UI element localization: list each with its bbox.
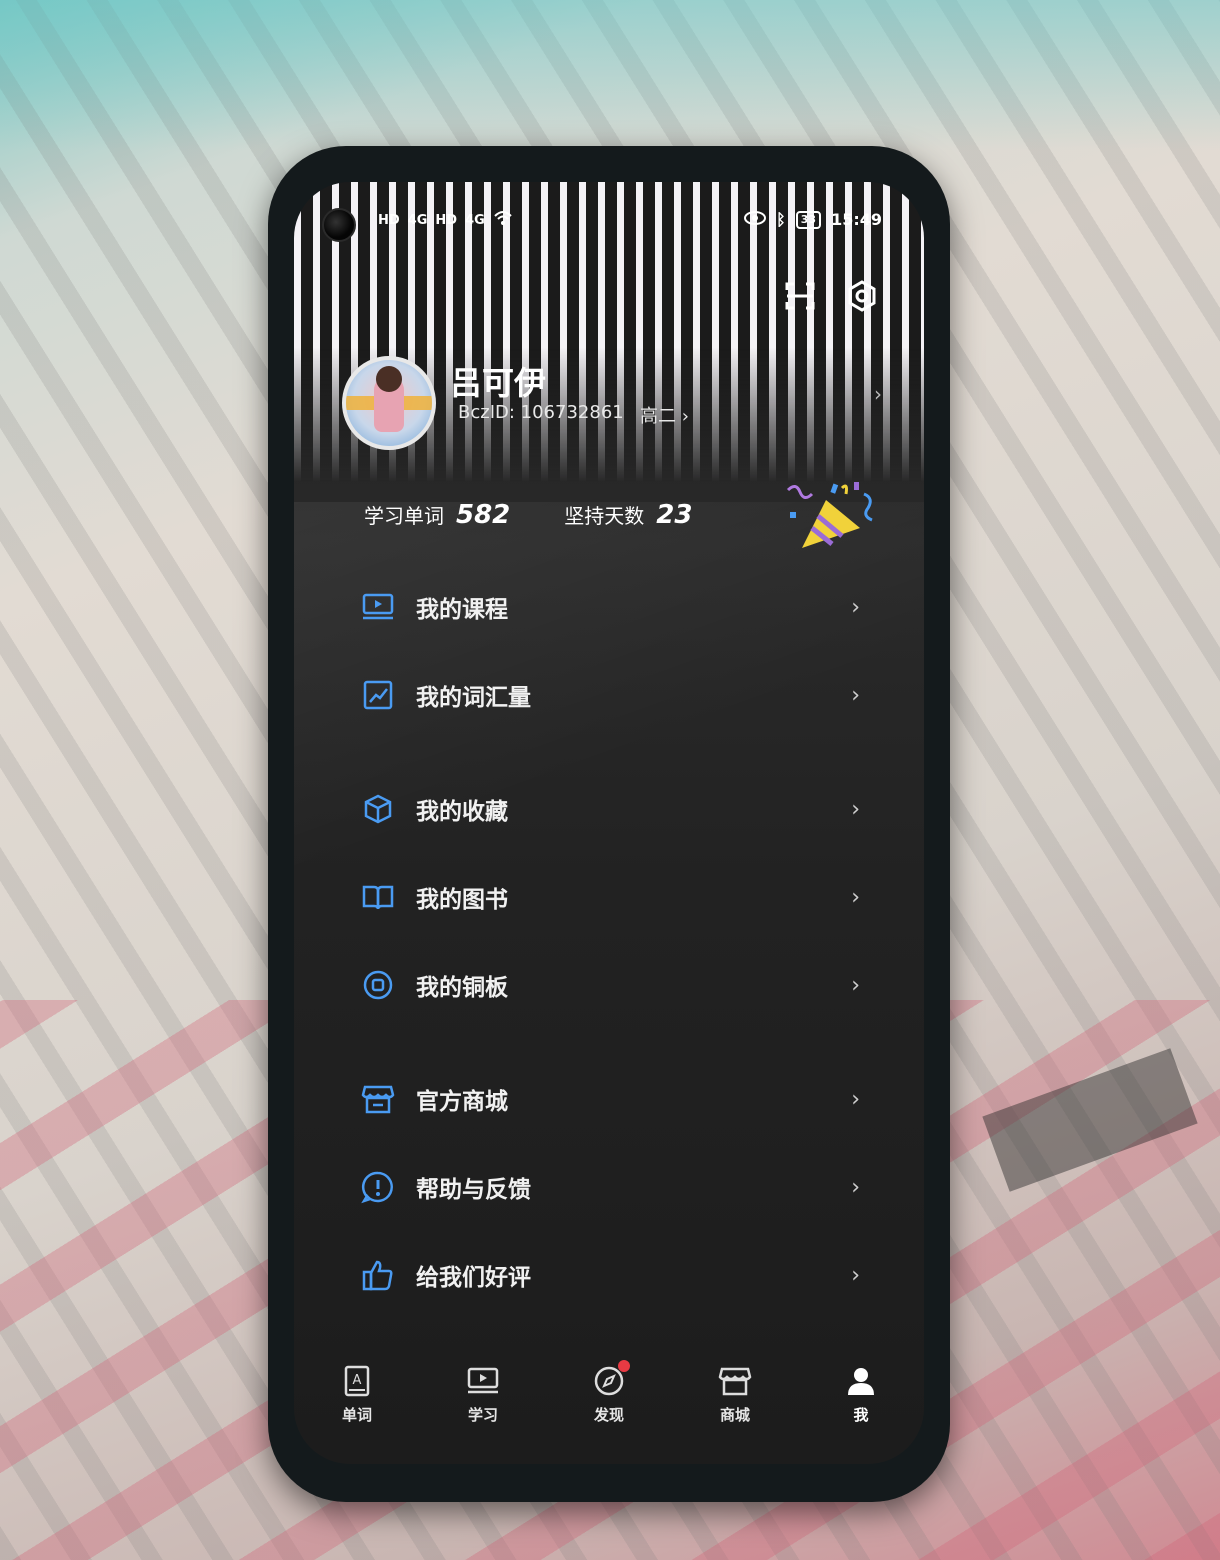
chevron-right-icon: › (851, 884, 860, 910)
tab-words[interactable]: A 单词 (312, 1364, 402, 1464)
tab-label: 单词 (341, 1406, 372, 1424)
phone-screen: HD 4G HD 4G ᛒ 33 15:49 吕可伊 BczID: 106732… (294, 182, 924, 1464)
trend-chart-icon (360, 677, 396, 713)
store-icon (718, 1364, 752, 1398)
streak-days-label: 坚持天数 (564, 504, 645, 528)
menu-label: 我的课程 (416, 597, 508, 623)
chevron-right-icon: › (851, 1262, 860, 1288)
user-grade[interactable]: 高二 › (640, 402, 689, 428)
menu-official-store[interactable]: 官方商城 › (360, 1074, 860, 1124)
menu-label: 我的图书 (416, 887, 508, 913)
words-learned-value: 582 (456, 500, 511, 530)
front-camera (322, 208, 356, 242)
status-hd: HD (378, 212, 400, 228)
menu-my-courses[interactable]: 我的课程 › (360, 582, 860, 632)
cube-icon (360, 791, 396, 827)
menu-rate-us[interactable]: 给我们好评 › (360, 1250, 860, 1300)
tab-label: 发现 (593, 1406, 624, 1424)
tab-label: 商城 (719, 1406, 750, 1424)
bottom-tab-bar: A 单词 学习 发现 商城 我 (294, 1360, 924, 1464)
menu-my-vocabulary[interactable]: 我的词汇量 › (360, 670, 860, 720)
chevron-right-icon[interactable]: › (874, 382, 882, 406)
study-stats: 学习单词 582 坚持天数 23 (364, 500, 746, 530)
eye-comfort-icon (744, 210, 767, 229)
settings-hex-icon[interactable] (842, 276, 882, 316)
svg-text:A: A (353, 1373, 362, 1388)
menu-help-feedback[interactable]: 帮助与反馈 › (360, 1162, 860, 1212)
store-icon (360, 1081, 396, 1117)
menu-my-books[interactable]: 我的图书 › (360, 872, 860, 922)
phone-device: HD 4G HD 4G ᛒ 33 15:49 吕可伊 BczID: 106732… (268, 146, 950, 1502)
battery-indicator: 33 (795, 210, 822, 229)
tab-store[interactable]: 商城 (690, 1364, 780, 1464)
chevron-right-icon: › (851, 1174, 860, 1200)
help-alert-icon (360, 1169, 396, 1205)
chevron-right-icon: › (851, 594, 860, 620)
tab-label: 学习 (467, 1406, 498, 1424)
menu-my-favorites[interactable]: 我的收藏 › (360, 784, 860, 834)
user-name[interactable]: 吕可伊 (450, 358, 546, 404)
status-bar-right: ᛒ 33 15:49 (744, 210, 882, 229)
tab-label: 我 (853, 1406, 869, 1424)
book-open-icon (360, 879, 396, 915)
status-signal-4g: 4G (407, 212, 428, 228)
menu-label: 我的铜板 (416, 975, 508, 1001)
tab-me[interactable]: 我 (816, 1364, 906, 1464)
person-icon (844, 1364, 878, 1398)
bluetooth-icon: ᛒ (776, 210, 786, 229)
notification-dot (618, 1360, 630, 1372)
menu-label: 帮助与反馈 (416, 1177, 531, 1203)
streak-days-value: 23 (656, 500, 693, 530)
tab-discover[interactable]: 发现 (564, 1360, 654, 1464)
chevron-right-icon: › (851, 1086, 860, 1112)
menu-my-coins[interactable]: 我的铜板 › (360, 960, 860, 1010)
status-time: 15:49 (831, 210, 882, 229)
coin-icon (360, 967, 396, 1003)
scan-icon[interactable] (780, 276, 820, 316)
status-hd-2: HD (435, 212, 458, 228)
tab-study[interactable]: 学习 (438, 1364, 528, 1464)
chevron-right-icon: › (851, 682, 860, 708)
wifi-icon (493, 210, 513, 230)
status-bar-left: HD 4G HD 4G (378, 210, 513, 230)
menu-label: 官方商城 (416, 1089, 508, 1115)
avatar[interactable] (342, 356, 436, 450)
word-book-icon: A (340, 1364, 374, 1398)
party-popper-icon (782, 482, 878, 552)
thumbs-up-icon (360, 1257, 396, 1293)
menu-label: 我的词汇量 (416, 685, 531, 711)
status-signal-4g-2: 4G (465, 212, 485, 228)
video-course-icon (360, 589, 396, 625)
menu-label: 给我们好评 (416, 1265, 531, 1291)
chevron-right-icon: › (851, 972, 860, 998)
words-learned-label: 学习单词 (364, 504, 444, 528)
chevron-right-icon: › (851, 796, 860, 822)
menu-label: 我的收藏 (416, 799, 508, 825)
video-icon (466, 1364, 500, 1398)
user-bczid: BczID: 106732861 (458, 402, 624, 423)
